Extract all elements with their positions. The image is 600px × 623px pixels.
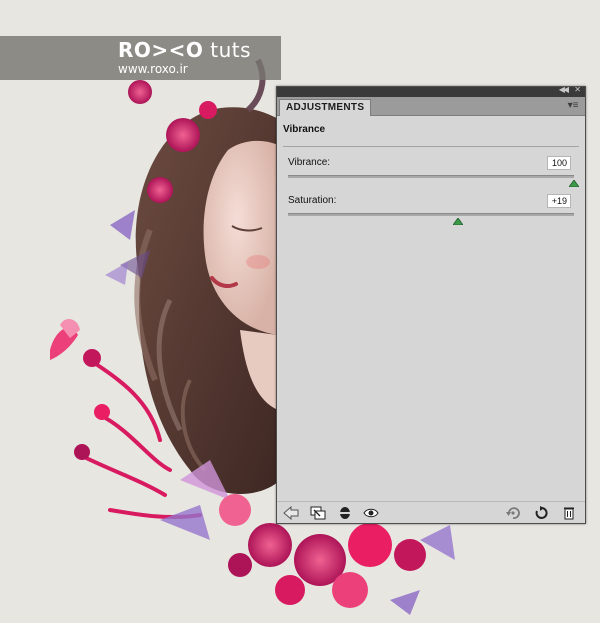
watermark-site: www.roxo.ir bbox=[118, 62, 188, 76]
vibrance-label: Vibrance: bbox=[288, 157, 331, 168]
layer-visibility-mask-icon[interactable] bbox=[337, 506, 353, 520]
close-panel-icon[interactable]: ✕ bbox=[574, 85, 581, 94]
saturation-value-field[interactable]: +19 bbox=[547, 194, 571, 208]
adjustments-panel: ◀◀ ✕ ADJUSTMENTS ▾≡ Vibrance Vibrance: 1… bbox=[276, 85, 586, 524]
divider bbox=[283, 146, 579, 147]
eye-icon[interactable] bbox=[363, 506, 379, 520]
adjustment-title: Vibrance bbox=[283, 124, 326, 135]
view-previous-state-icon[interactable] bbox=[505, 506, 521, 520]
panel-title-bar[interactable]: ◀◀ ✕ bbox=[277, 85, 585, 97]
clip-to-layer-icon[interactable] bbox=[310, 506, 326, 520]
tab-adjustments[interactable]: ADJUSTMENTS bbox=[279, 99, 372, 116]
panel-tab-bar: ADJUSTMENTS ▾≡ bbox=[277, 97, 585, 116]
saturation-label: Saturation: bbox=[288, 195, 337, 206]
saturation-slider-thumb[interactable] bbox=[453, 218, 464, 225]
saturation-slider[interactable] bbox=[288, 213, 574, 225]
butterfly bbox=[50, 318, 80, 360]
reset-icon[interactable] bbox=[533, 506, 549, 520]
return-to-list-icon[interactable] bbox=[283, 506, 299, 520]
watermark-banner: RO><O tuts www.roxo.ir bbox=[0, 36, 281, 80]
delete-icon[interactable] bbox=[561, 506, 577, 520]
swirl-buds bbox=[74, 349, 110, 460]
panel-menu-icon[interactable]: ▾≡ bbox=[565, 100, 581, 112]
panel-toolbar bbox=[277, 501, 585, 524]
vibrance-value-field[interactable]: 100 bbox=[547, 156, 571, 170]
vibrance-slider[interactable] bbox=[288, 175, 579, 187]
watermark-brand: RO><O tuts bbox=[118, 38, 252, 62]
vibrance-slider-thumb[interactable] bbox=[569, 180, 579, 187]
collapse-panel-icon[interactable]: ◀◀ bbox=[559, 85, 569, 94]
